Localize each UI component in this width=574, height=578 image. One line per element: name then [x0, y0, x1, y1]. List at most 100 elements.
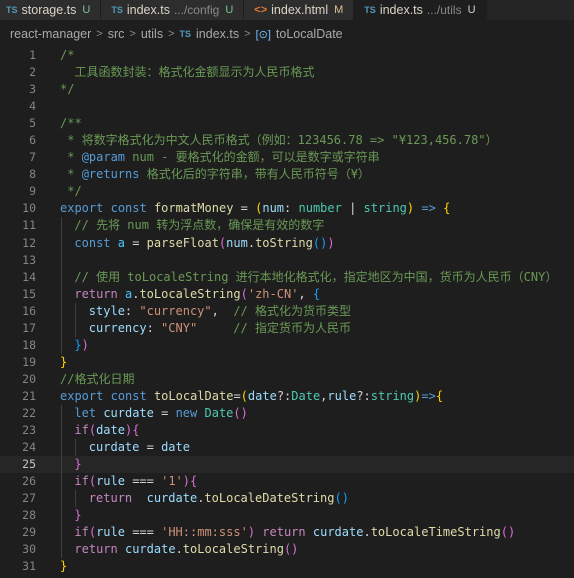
- tab-filename: storage.ts: [21, 3, 77, 17]
- line-number: 25: [22, 457, 36, 472]
- chevron-right-icon: >: [168, 28, 175, 40]
- code-token: toLocaleTimeString: [370, 525, 501, 540]
- code-token: */: [60, 82, 75, 97]
- code-token: (: [88, 474, 97, 489]
- code-text: const a = parseFloat(num.toString()): [60, 234, 574, 252]
- indent-guide: [61, 336, 62, 354]
- code-token: ?:: [276, 388, 292, 403]
- code-token: toString: [255, 235, 313, 250]
- code-line: 14 // 使用 toLocaleString 进行本地化格式化，指定地区为中国，…: [0, 268, 574, 286]
- indent-guide: [61, 507, 62, 525]
- editor-tab[interactable]: <> index.html M: [244, 0, 355, 20]
- indent-guide: [75, 302, 77, 320]
- gutter: [36, 371, 60, 388]
- gutter: [36, 456, 60, 473]
- editor-tab[interactable]: TS storage.ts U: [0, 0, 102, 20]
- gutter: [36, 354, 60, 371]
- breadcrumb-folder-utils[interactable]: utils: [141, 27, 163, 41]
- code-line: 30 return curdate.toLocaleString(): [0, 541, 574, 559]
- gutter: [36, 541, 60, 558]
- code-token: toLocaleString: [139, 286, 241, 301]
- gutter: [36, 252, 60, 269]
- typescript-file-icon: TS: [6, 5, 18, 15]
- indent-guide: [75, 319, 77, 337]
- code-token: *: [60, 150, 82, 165]
- code-token: :: [146, 320, 162, 335]
- code-token: 格式化后的字符串，带有人民币符号（¥）: [139, 167, 370, 182]
- code-token: /**: [60, 116, 82, 131]
- code-token: const: [110, 201, 147, 216]
- indent-guide: [61, 234, 62, 252]
- line-number: 3: [29, 82, 36, 97]
- line-number: 11: [22, 218, 36, 233]
- gutter: [36, 558, 60, 575]
- git-status-badge: U: [82, 4, 91, 16]
- code-token: toLocalDate: [153, 388, 234, 403]
- code-line: 31}: [0, 558, 574, 575]
- indent-guide: [61, 268, 62, 286]
- code-token: .: [247, 235, 256, 250]
- code-token: }: [60, 559, 68, 574]
- breadcrumb-folder-src[interactable]: src: [108, 27, 125, 41]
- indent-guide: [61, 456, 62, 474]
- code-token: =: [233, 201, 256, 216]
- code-text: return curdate.toLocaleDateString(): [60, 490, 574, 508]
- code-token: const: [74, 235, 111, 250]
- code-token: .: [363, 525, 371, 540]
- line-number: 30: [22, 542, 36, 557]
- code-line: 9 */: [0, 183, 574, 200]
- breadcrumb-symbol[interactable]: toLocalDate: [276, 27, 343, 41]
- indent-guide: [61, 302, 62, 320]
- code-line: 6 * 将数字格式化为中文人民币格式（例如：123456.78 => "¥123…: [0, 132, 574, 149]
- code-token: (): [334, 491, 349, 506]
- code-text: currency: "CNY" // 指定货币为人民币: [60, 319, 574, 337]
- code-token: }: [74, 337, 82, 352]
- code-token: Date: [204, 405, 234, 420]
- code-token: rule: [327, 388, 357, 403]
- code-token: {: [190, 474, 198, 489]
- code-line: 26 if(rule === '1'){: [0, 473, 574, 491]
- code-line: 4: [0, 98, 574, 115]
- gutter: [36, 286, 60, 303]
- line-number: 13: [22, 252, 36, 267]
- code-token: =: [233, 388, 241, 403]
- code-editor[interactable]: 1/* 2 工具函数封装：格式化金额显示为人民币格式 3 */4 5/** 6 * 将数字…: [0, 47, 574, 575]
- code-text: return a.toLocaleString('zh-CN', {: [60, 285, 574, 303]
- editor-tab[interactable]: TS index.ts .../utils U: [354, 0, 487, 20]
- code-token: new: [175, 405, 198, 420]
- code-token: currency: [88, 320, 147, 335]
- indent-guide: [75, 490, 77, 508]
- code-text: /**: [60, 115, 574, 132]
- gutter: [36, 200, 60, 217]
- code-token: ===: [124, 525, 162, 540]
- code-token: toLocaleDateString: [204, 491, 335, 506]
- code-line: 21 export const toLocalDate=(date?:Date,r…: [0, 388, 574, 405]
- code-text: }: [60, 456, 574, 474]
- breadcrumb-file[interactable]: index.ts: [196, 27, 239, 41]
- code-token: :: [124, 303, 140, 318]
- tab-path: .../utils: [426, 3, 462, 17]
- code-text: */: [60, 81, 574, 98]
- code-text: * 将数字格式化为中文人民币格式（例如：123456.78 => "¥123,4…: [60, 132, 574, 149]
- code-token: =: [153, 405, 176, 420]
- code-token: (): [500, 525, 516, 540]
- code-line: 25}: [0, 456, 574, 474]
- code-token: }: [60, 354, 68, 369]
- gutter: [36, 507, 60, 524]
- code-text: [60, 251, 574, 269]
- html-file-icon: <>: [254, 4, 268, 16]
- indent-guide: [61, 439, 62, 457]
- line-number: 5: [29, 116, 36, 131]
- indent-guide: [61, 490, 62, 508]
- editor-tab[interactable]: TS index.ts .../config U: [101, 0, 245, 20]
- code-text: * @returns 格式化后的字符串，带有人民币符号（¥）: [60, 166, 574, 183]
- breadcrumb-folder-root[interactable]: react-manager: [10, 27, 91, 41]
- gutter: [36, 166, 60, 183]
- gutter: [36, 303, 60, 320]
- code-token: ,: [211, 303, 234, 318]
